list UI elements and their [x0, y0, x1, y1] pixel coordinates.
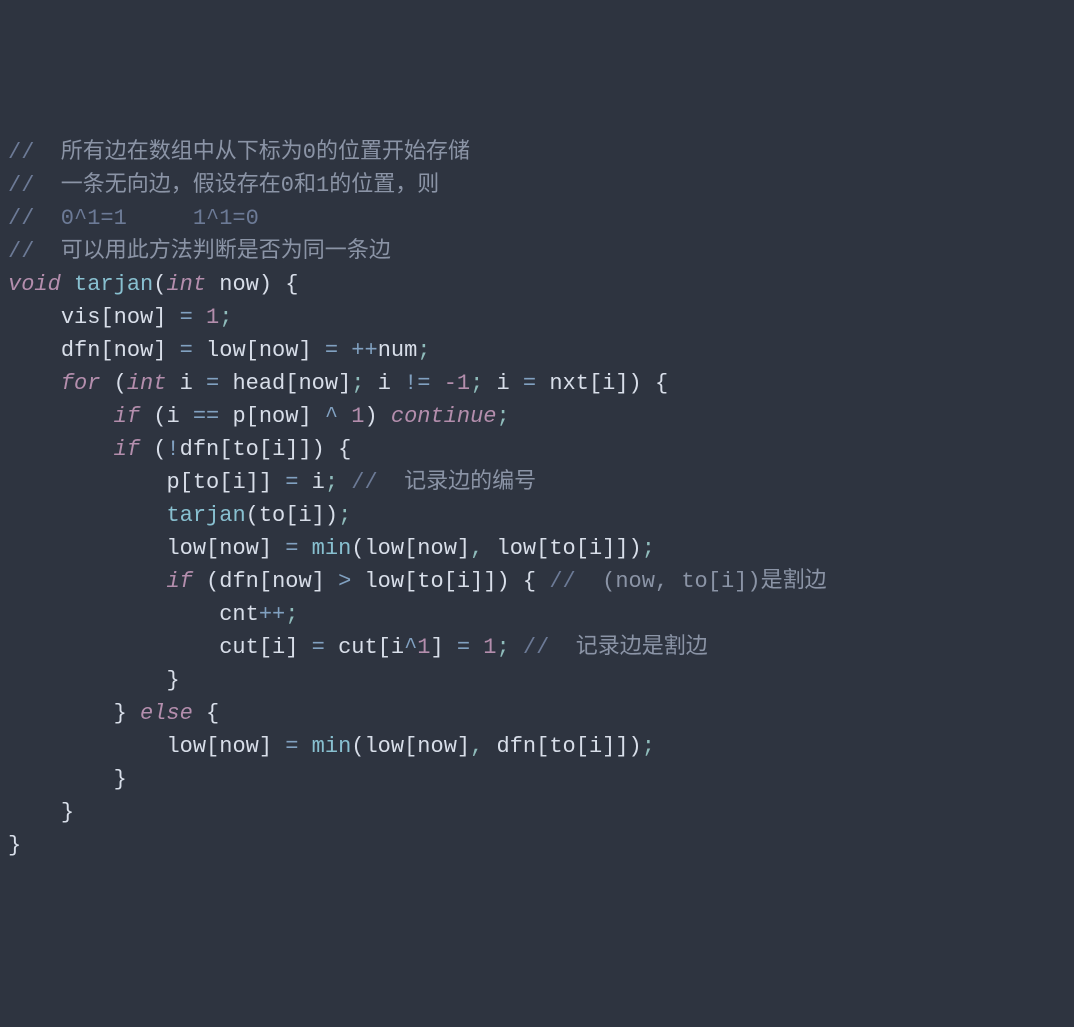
code-line: } [8, 763, 1066, 796]
code-line: cut[i] = cut[i^1] = 1; // 记录边是割边 [8, 631, 1066, 664]
code-line: // 可以用此方法判断是否为同一条边 [8, 235, 1066, 268]
code-editor[interactable]: // 所有边在数组中从下标为0的位置开始存储// 一条无向边，假设存在0和1的位… [8, 136, 1066, 862]
code-line: cnt++; [8, 598, 1066, 631]
code-line: // 0^1=1 1^1=0 [8, 202, 1066, 235]
code-line: void tarjan(int now) { [8, 268, 1066, 301]
code-line: for (int i = head[now]; i != -1; i = nxt… [8, 367, 1066, 400]
code-line: tarjan(to[i]); [8, 499, 1066, 532]
code-line: low[now] = min(low[now], dfn[to[i]]); [8, 730, 1066, 763]
code-line: } [8, 664, 1066, 697]
code-line: } [8, 829, 1066, 862]
code-line: low[now] = min(low[now], low[to[i]]); [8, 532, 1066, 565]
code-line: vis[now] = 1; [8, 301, 1066, 334]
code-line: if (dfn[now] > low[to[i]]) { // (now, to… [8, 565, 1066, 598]
code-line: // 一条无向边，假设存在0和1的位置，则 [8, 169, 1066, 202]
code-line: if (i == p[now] ^ 1) continue; [8, 400, 1066, 433]
code-line: } else { [8, 697, 1066, 730]
code-line: } [8, 796, 1066, 829]
code-line: if (!dfn[to[i]]) { [8, 433, 1066, 466]
code-line: p[to[i]] = i; // 记录边的编号 [8, 466, 1066, 499]
code-line: // 所有边在数组中从下标为0的位置开始存储 [8, 136, 1066, 169]
code-line: dfn[now] = low[now] = ++num; [8, 334, 1066, 367]
